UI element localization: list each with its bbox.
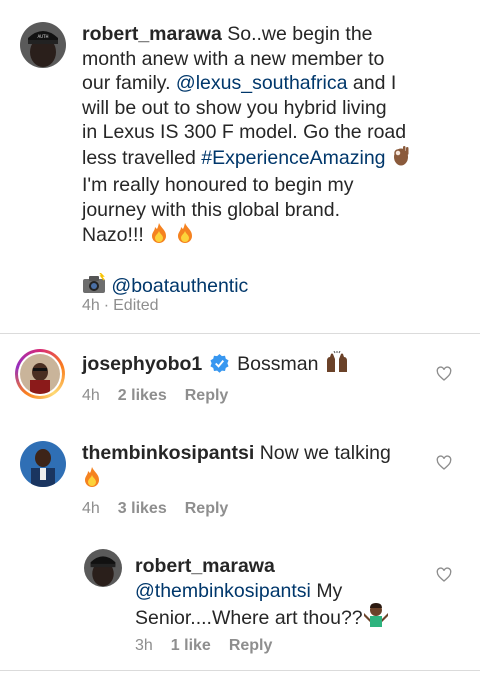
fire-icon	[175, 222, 195, 251]
reply-text: Senior....Where art thou??	[135, 607, 363, 629]
post-time: 4h	[82, 297, 100, 314]
post-meta: 4h · Edited	[82, 297, 177, 315]
heart-icon[interactable]	[436, 366, 452, 382]
comment-username[interactable]: josephyobo1	[82, 353, 202, 375]
hashtag-link[interactable]: #ExperienceAmazing	[201, 147, 385, 169]
caption-line: less travelled	[82, 146, 196, 169]
mention-thembinkosipantsi[interactable]: @thembinkosipantsi	[135, 580, 311, 602]
avatar-thembinkosipantsi[interactable]	[20, 441, 66, 487]
fire-icon	[82, 466, 102, 495]
post-caption: robert_marawa So..we begin the month ane…	[82, 22, 472, 301]
reply-comment: robert_marawa @thembinkosipantsi My Seni…	[135, 554, 435, 634]
caption-line: So..we begin the	[227, 23, 373, 45]
comment-time: 4h	[82, 387, 100, 404]
meta-separator: ·	[103, 297, 110, 314]
caption-line: journey with this global brand.	[82, 198, 340, 221]
heart-icon[interactable]	[436, 455, 452, 471]
comment-text: Bossman	[237, 353, 319, 375]
reply-button[interactable]: Reply	[185, 500, 229, 517]
avatar-josephyobo1[interactable]	[15, 349, 65, 399]
likes-count[interactable]: 3 likes	[118, 500, 167, 517]
reply-meta: 3h 1 like Reply	[135, 637, 290, 655]
comment-meta: 4h 2 likes Reply	[82, 387, 246, 405]
reply-button[interactable]: Reply	[229, 637, 273, 654]
shrug-icon	[363, 603, 389, 634]
comment-josephyobo1: josephyobo1 Bossman	[82, 350, 350, 380]
comment-text: Now we talking	[259, 442, 391, 464]
reply-text: My	[316, 579, 343, 602]
raised-hands-icon	[324, 350, 350, 380]
divider	[0, 670, 480, 671]
edited-label: Edited	[113, 297, 159, 314]
caption-line: will be out to show you hybrid living	[82, 96, 387, 119]
caption-line: in Lexus IS 300 F model. Go the road	[82, 121, 407, 143]
caption-line: Nazo!!!	[82, 224, 144, 246]
fire-icon	[149, 222, 169, 251]
divider	[0, 333, 480, 334]
comment-thembinkosipantsi: thembinkosipantsi Now we talking	[82, 441, 442, 494]
avatar-robert-marawa[interactable]: AUTH	[20, 22, 66, 68]
svg-text:AUTH: AUTH	[37, 34, 48, 39]
heart-icon[interactable]	[436, 567, 452, 583]
caption-line: and I	[352, 72, 397, 94]
likes-count[interactable]: 2 likes	[118, 387, 167, 404]
verified-badge-icon	[210, 354, 229, 380]
comment-time: 4h	[82, 500, 100, 517]
reply-button[interactable]: Reply	[185, 387, 229, 404]
mention-lexus[interactable]: @lexus_southafrica	[176, 72, 348, 94]
caption-line: I'm really honoured to begin my	[82, 174, 354, 196]
photo-credit-mention[interactable]: @boatauthentic	[111, 275, 248, 297]
comment-meta: 4h 3 likes Reply	[82, 500, 246, 518]
likes-count[interactable]: 1 like	[171, 637, 211, 654]
caption-line: month anew with a new member to	[82, 47, 385, 70]
avatar-robert-marawa-reply[interactable]	[84, 549, 122, 587]
ok-hand-icon	[391, 145, 411, 174]
post-username[interactable]: robert_marawa	[82, 23, 222, 45]
reply-username[interactable]: robert_marawa	[135, 555, 275, 577]
comment-username[interactable]: thembinkosipantsi	[82, 442, 254, 464]
caption-line: our family.	[82, 72, 171, 94]
reply-time: 3h	[135, 637, 153, 654]
